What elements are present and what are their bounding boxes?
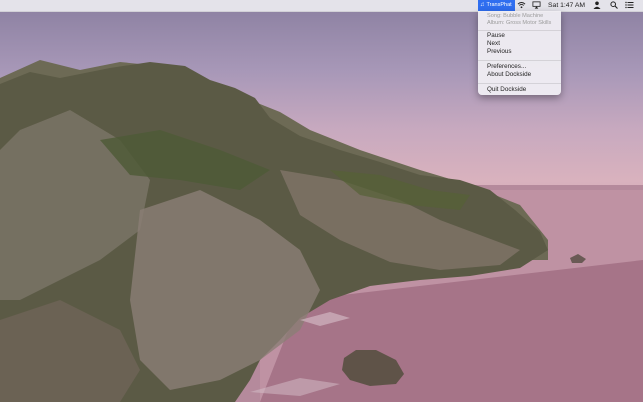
- menu-item-about[interactable]: About Dockside: [487, 71, 531, 79]
- menu-separator: [478, 30, 561, 31]
- menu-item-preferences[interactable]: Preferences...: [487, 63, 526, 71]
- airplay-icon[interactable]: [530, 0, 542, 11]
- user-icon[interactable]: [592, 0, 602, 11]
- menu-item-quit[interactable]: Quit Dockside: [487, 86, 526, 94]
- menu-item-previous[interactable]: Previous: [487, 48, 512, 56]
- dockside-dropdown-menu: Song: Bubble Machine Album: Gross Motor …: [478, 11, 561, 95]
- album-info: Album: Gross Motor Skills: [487, 20, 552, 26]
- menu-item-pause[interactable]: Pause: [487, 32, 505, 40]
- notification-center-icon[interactable]: [623, 0, 635, 11]
- song-info: Song: Bubble Machine: [487, 13, 544, 19]
- menu-item-next[interactable]: Next: [487, 40, 500, 48]
- search-icon[interactable]: [609, 0, 619, 11]
- wifi-icon[interactable]: [515, 0, 527, 11]
- menu-separator: [478, 60, 561, 61]
- transphat-label: TransPhat: [486, 2, 512, 8]
- transphat-icon: ♫: [480, 2, 485, 8]
- menu-separator: [478, 83, 561, 84]
- clock[interactable]: Sat 1:47 AM: [548, 0, 586, 11]
- transphat-menu-extra[interactable]: ♫ TransPhat: [478, 0, 515, 11]
